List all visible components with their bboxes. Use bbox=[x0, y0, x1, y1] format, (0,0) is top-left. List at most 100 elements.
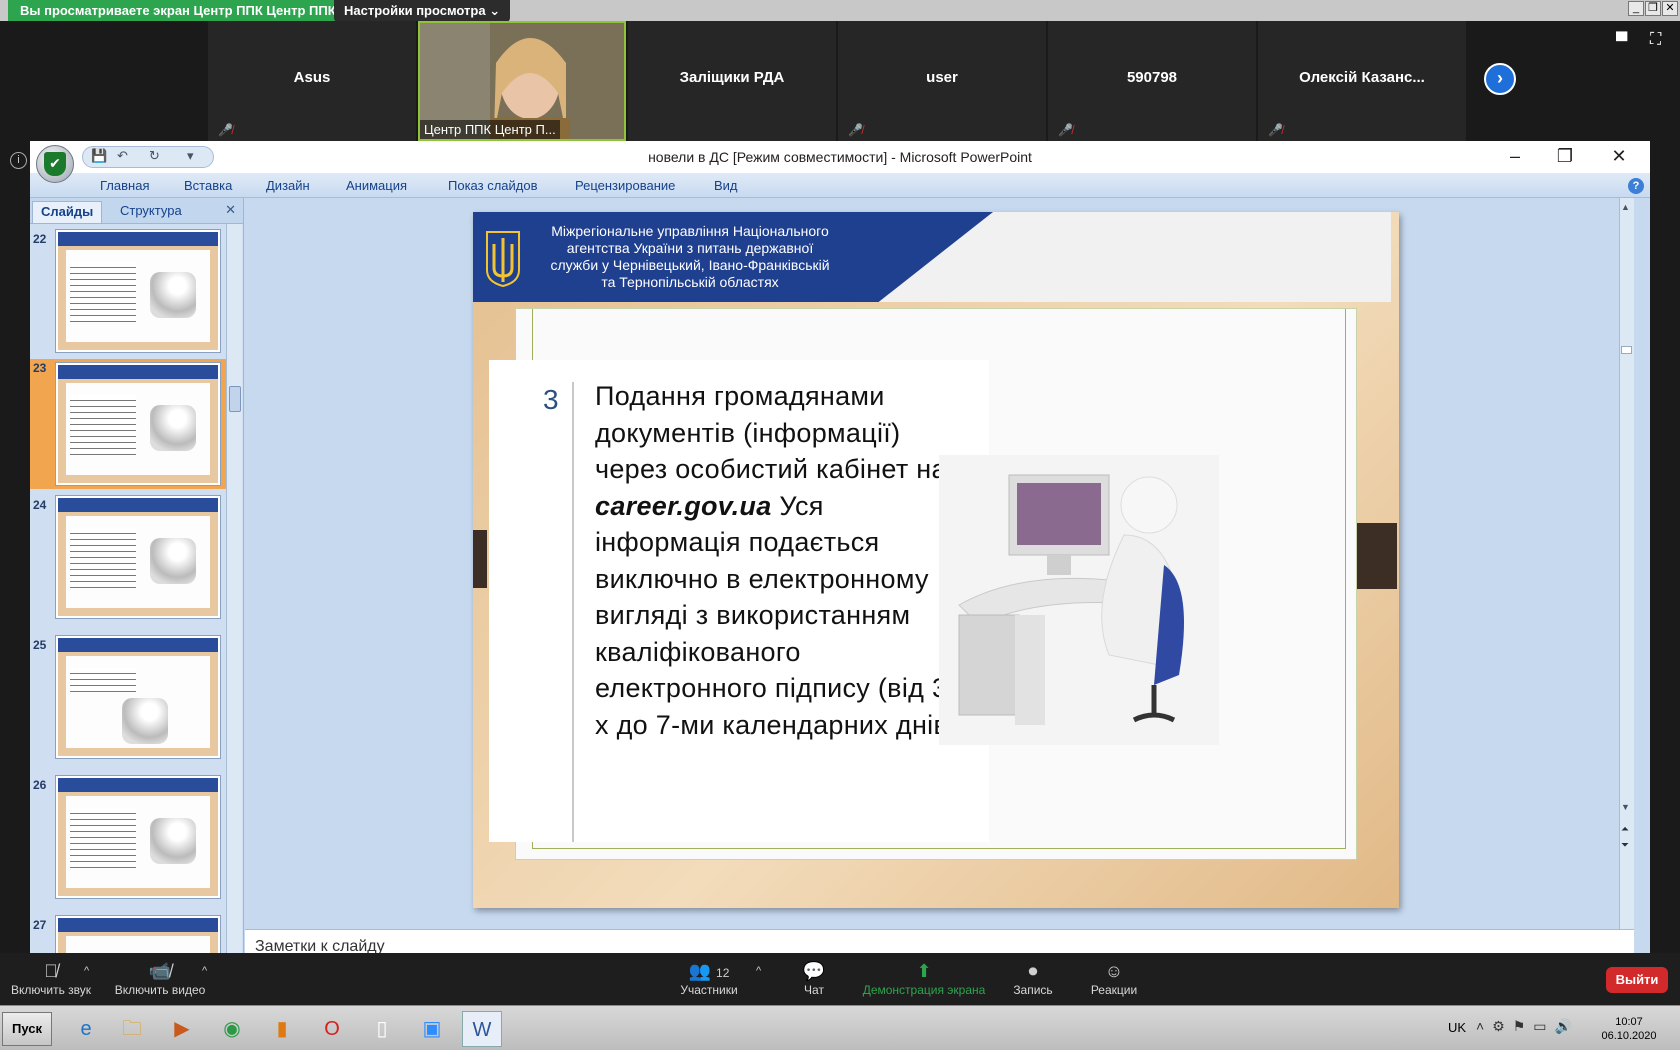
app-icon[interactable]: ▮ bbox=[262, 1011, 302, 1047]
video-options-icon[interactable]: ^ bbox=[202, 965, 207, 977]
slide-number: 27 bbox=[33, 918, 47, 932]
pane-scrollbar[interactable] bbox=[226, 224, 242, 953]
windows-taskbar: Пуск e 🗀 ▶ ◉ ▮ O ▯ ▣ W UK ˄⚙⚑▭🔊 10:07 06… bbox=[0, 1005, 1680, 1050]
slide-thumbnail[interactable]: 26 bbox=[30, 776, 226, 900]
muted-mic-icon: 🎙̸ bbox=[44, 961, 58, 981]
media-player-icon[interactable]: ▶ bbox=[162, 1011, 202, 1047]
tab-design[interactable]: Дизайн bbox=[266, 178, 310, 193]
chrome-icon[interactable]: ◉ bbox=[212, 1011, 252, 1047]
fullscreen-icon[interactable]: ⛶ bbox=[1650, 31, 1661, 49]
chat-button[interactable]: 💬 Чат bbox=[792, 961, 836, 997]
system-tray-icons[interactable]: ˄⚙⚑▭🔊 bbox=[1476, 1018, 1580, 1035]
slide-thumbnail[interactable]: 27 bbox=[30, 916, 226, 953]
close-pane-icon[interactable]: ✕ bbox=[225, 202, 236, 218]
internet-explorer-icon[interactable]: e bbox=[66, 1011, 106, 1047]
start-button[interactable]: Пуск bbox=[2, 1012, 52, 1046]
slide-thumbnail[interactable]: 22 bbox=[30, 230, 226, 354]
reactions-button[interactable]: ☺ Реакции bbox=[1086, 961, 1142, 997]
close-icon[interactable]: ✕ bbox=[1662, 1, 1678, 16]
tab-animation[interactable]: Анимация bbox=[346, 178, 407, 193]
tab-slides[interactable]: Слайды bbox=[32, 201, 103, 223]
help-icon[interactable]: ? bbox=[1628, 178, 1644, 194]
participant-tile[interactable]: user 🎤̸ bbox=[838, 21, 1046, 141]
redo-icon[interactable]: ↻ bbox=[149, 148, 160, 164]
muted-mic-icon: 🎤̸ bbox=[218, 123, 233, 137]
tab-outline[interactable]: Структура bbox=[112, 201, 190, 223]
shield-icon: ✔ bbox=[44, 152, 66, 176]
save-icon[interactable]: 💾 bbox=[91, 148, 107, 164]
reactions-label: Реакции bbox=[1090, 983, 1138, 997]
layout-icon[interactable]: ▀ bbox=[1616, 33, 1627, 51]
muted-mic-icon: 🎤̸ bbox=[1058, 123, 1073, 137]
next-slide-icon[interactable]: ⏷ bbox=[1621, 840, 1629, 851]
tab-insert[interactable]: Вставка bbox=[184, 178, 232, 193]
share-screen-icon: ⬆ bbox=[916, 961, 932, 981]
slide-thumbnail-selected[interactable]: 23 bbox=[30, 359, 226, 489]
tab-slideshow[interactable]: Показ слайдов bbox=[448, 178, 538, 193]
record-button[interactable]: ⏺ Запись bbox=[1006, 961, 1060, 997]
zoom-app-icon[interactable]: ▣ bbox=[412, 1011, 452, 1047]
slides-pane: Слайды Структура ✕ 22 23 24 25 26 27 bbox=[30, 198, 244, 953]
zoom-top-bar: Вы просматриваете экран Центр ППК Центр … bbox=[0, 0, 1680, 22]
reactions-icon: ☺ bbox=[1104, 961, 1124, 981]
participant-tile[interactable]: 590798 🎤̸ bbox=[1048, 21, 1256, 141]
quick-access-toolbar: 💾 ↶ ↻ ▾ bbox=[82, 146, 214, 168]
participant-tile[interactable]: Олексій Казанс... 🎤̸ bbox=[1258, 21, 1466, 141]
start-video-label: Включить видео bbox=[114, 983, 206, 997]
info-icon[interactable]: i bbox=[10, 152, 27, 169]
scrollbar-thumb[interactable] bbox=[229, 386, 241, 412]
slide-scrollbar[interactable]: ▲ ▼ ⏶ ⏷ bbox=[1619, 198, 1634, 929]
leave-meeting-button[interactable]: Выйти bbox=[1606, 967, 1668, 993]
view-options-dropdown[interactable]: Настройки просмотра ⌄ bbox=[334, 0, 511, 22]
participant-tile[interactable]: Asus 🎤̸ bbox=[208, 21, 416, 141]
tab-review[interactable]: Рецензирование bbox=[575, 178, 675, 193]
share-screen-label: Демонстрация экрана bbox=[862, 983, 986, 997]
close-icon[interactable]: ✕ bbox=[1604, 145, 1634, 169]
slide-thumbnail[interactable]: 24 bbox=[30, 496, 226, 620]
language-indicator[interactable]: UK bbox=[1448, 1020, 1466, 1035]
notes-pane[interactable]: Заметки к слайду bbox=[245, 929, 1634, 953]
restore-icon[interactable]: ❐ bbox=[1645, 1, 1661, 16]
opera-icon[interactable]: O bbox=[312, 1011, 352, 1047]
ribbon-tabs: Главная Вставка Дизайн Анимация Показ сл… bbox=[30, 173, 1650, 198]
minimize-icon[interactable]: _ bbox=[1628, 1, 1644, 16]
participants-button[interactable]: 👥 12 Участники bbox=[676, 961, 742, 997]
participants-options-icon[interactable]: ^ bbox=[756, 965, 761, 977]
participant-tile[interactable]: Заліщики РДА bbox=[628, 21, 836, 141]
document-icon[interactable]: ▯ bbox=[362, 1011, 402, 1047]
thumbnail-image bbox=[56, 916, 220, 953]
slide-thumbnail[interactable]: 25 bbox=[30, 636, 226, 760]
previous-slide-icon[interactable]: ⏶ bbox=[1621, 824, 1629, 835]
audio-options-icon[interactable]: ^ bbox=[84, 965, 89, 977]
scrollbar-thumb[interactable] bbox=[1621, 346, 1632, 354]
participants-label: Участники bbox=[680, 983, 738, 997]
scroll-up-icon[interactable]: ▲ bbox=[1621, 202, 1630, 212]
minimize-icon[interactable]: – bbox=[1500, 145, 1530, 169]
powerpoint-window: новели в ДС [Режим совместимости] - Micr… bbox=[30, 141, 1650, 953]
slide-number: 22 bbox=[33, 232, 47, 246]
thumbnail-image bbox=[56, 496, 220, 618]
record-icon: ⏺ bbox=[1028, 961, 1038, 981]
participant-strip: Asus 🎤̸ Центр ППК Центр П... Заліщики РД… bbox=[0, 21, 1680, 141]
clock[interactable]: 10:07 06.10.2020 bbox=[1596, 1015, 1662, 1043]
file-explorer-icon[interactable]: 🗀 bbox=[112, 1011, 152, 1047]
start-video-button[interactable]: 📹̸ Включить видео bbox=[112, 961, 208, 997]
unmute-button[interactable]: 🎙̸ Включить звук bbox=[8, 961, 94, 997]
tab-view[interactable]: Вид bbox=[714, 178, 738, 193]
word-icon[interactable]: W bbox=[462, 1011, 502, 1047]
share-screen-button[interactable]: ⬆ Демонстрация экрана bbox=[858, 961, 990, 997]
participant-name: Олексій Казанс... bbox=[1299, 69, 1425, 86]
customize-qat-icon[interactable]: ▾ bbox=[187, 148, 194, 164]
current-slide[interactable]: Міжрегіональне управління Національного … bbox=[473, 212, 1399, 908]
undo-icon[interactable]: ↶ bbox=[117, 148, 128, 164]
scroll-down-icon[interactable]: ▼ bbox=[1621, 802, 1630, 812]
office-button[interactable]: ✔ bbox=[36, 145, 74, 183]
thumbnail-image bbox=[56, 636, 220, 758]
next-page-arrow-icon[interactable]: › bbox=[1484, 63, 1516, 95]
tab-home[interactable]: Главная bbox=[100, 178, 149, 193]
restore-icon[interactable]: ❐ bbox=[1550, 145, 1580, 169]
active-speaker-video[interactable]: Центр ППК Центр П... bbox=[418, 21, 626, 141]
slide-number: 24 bbox=[33, 498, 47, 512]
thumbnail-image bbox=[56, 230, 220, 352]
participants-count: 12 bbox=[716, 966, 730, 980]
